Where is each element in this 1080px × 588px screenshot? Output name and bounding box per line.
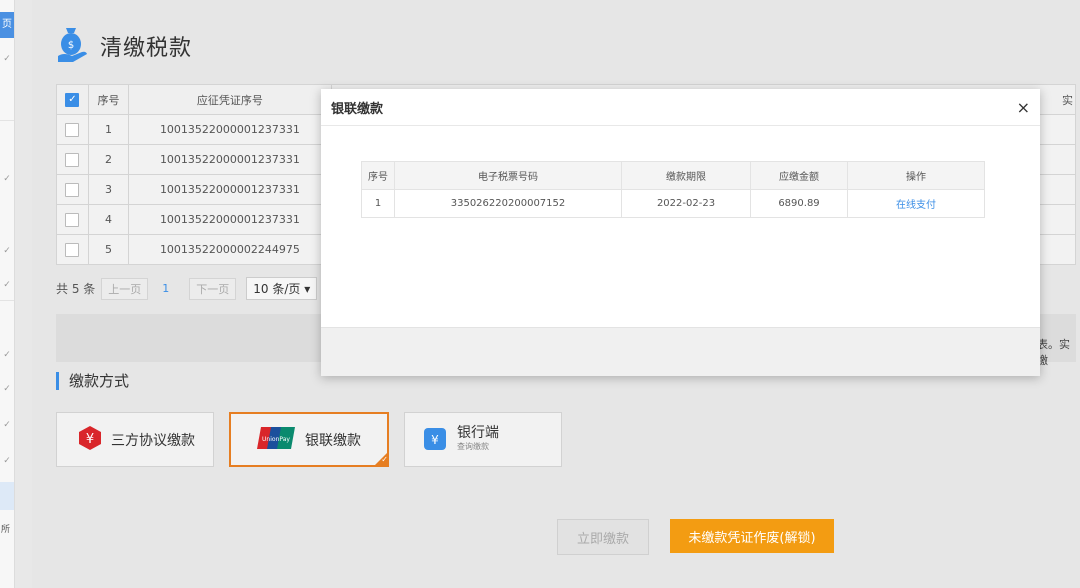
row-checkbox-cell[interactable] [56,114,89,145]
row-index: 2 [87,144,130,175]
payment-option-sub: 查询缴款 [457,441,489,451]
column-header-period: 缴款期限 [621,161,751,190]
row-checkbox-cell[interactable] [56,234,89,265]
payment-option-label: 三方协议缴款 [111,432,195,449]
chevron-down-icon[interactable]: ✓ [2,280,12,290]
row-voucher: 10013522000001237331 [128,174,332,205]
bank-bag-icon: ¥ [423,425,447,455]
payment-option-bank[interactable]: ¥ 银行端 查询缴款 [404,412,562,467]
column-header-index: 序号 [361,161,395,190]
payment-option-unionpay[interactable]: UnionPay 银联缴款 ✓ [229,412,389,467]
payment-option-tripartite[interactable]: ¥ 三方协议缴款 [56,412,214,467]
chevron-down-icon[interactable]: ✓ [2,420,12,430]
row-checkbox[interactable] [65,122,80,137]
close-icon[interactable]: × [1017,98,1030,117]
row-checkbox-cell[interactable] [56,174,89,205]
table-row: 1 335026220200007152 2022-02-23 6890.89 … [361,189,985,218]
column-header-index: 序号 [87,84,130,115]
payment-option-label: 银行端 [457,424,499,441]
chevron-down-icon[interactable]: ✓ [2,350,12,360]
row-index: 3 [87,174,130,205]
next-page-button[interactable]: 下一页 [189,277,237,300]
payment-option-label: 银联缴款 [305,432,361,449]
chevron-down-icon[interactable]: ✓ [2,456,12,466]
row-checkbox[interactable] [65,242,80,257]
modal-header: 银联缴款 × [321,89,1040,126]
unionpay-logo-icon: UnionPay [257,426,295,453]
section-title-payment: 缴款方式 [56,372,129,390]
row-period: 2022-02-23 [621,189,751,218]
select-all-checkbox[interactable]: ✓ [65,92,80,107]
modal-footer [321,327,1040,376]
page-size-value: 10 条/页 [253,282,301,296]
svg-text:¥: ¥ [86,432,94,447]
row-index: 4 [87,204,130,235]
row-checkbox[interactable] [65,212,80,227]
pay-now-button[interactable]: 立即缴款 [557,519,649,555]
void-voucher-button[interactable]: 未缴款凭证作废(解锁) [670,519,834,553]
row-amount: 6890.89 [750,189,848,218]
row-checkbox[interactable] [65,152,80,167]
tripartite-icon: ¥ [77,425,103,455]
page-header: $ 清缴税款 [56,24,192,68]
row-checkbox-cell[interactable] [56,144,89,175]
page-size-select[interactable]: 10 条/页 ▾ [246,277,318,300]
chevron-down-icon[interactable]: ✓ [2,246,12,256]
money-bag-icon: $ [56,24,90,68]
chevron-down-icon[interactable]: ✓ [2,384,12,394]
svg-text:UnionPay: UnionPay [262,436,290,443]
online-pay-link[interactable]: 在线支付 [896,200,936,211]
chevron-down-icon[interactable]: ✓ [2,54,12,64]
modal-table: 序号 电子税票号码 缴款期限 应缴金额 操作 1 335026220200007… [361,161,985,218]
row-ticket: 335026220200007152 [394,189,622,218]
notice-text: 表。实缴 [1037,338,1070,367]
row-voucher: 10013522000001237331 [128,114,332,145]
selected-check-icon: ✓ [374,452,388,466]
row-voucher: 10013522000002244975 [128,234,332,265]
pager-total: 共 5 条 [56,282,96,296]
sidebar-item-label[interactable]: 所 [1,522,10,535]
select-all-checkbox-cell[interactable]: ✓ [56,84,89,115]
column-header-amount: 应缴金额 [750,161,848,190]
sidebar-item-selected[interactable] [0,482,14,510]
modal-table-header: 序号 电子税票号码 缴款期限 应缴金额 操作 [361,161,985,190]
unionpay-modal: 银联缴款 × 序号 电子税票号码 缴款期限 应缴金额 操作 1 33502622… [321,89,1040,376]
sidebar-item-active[interactable]: 页 [0,12,14,38]
column-header-ticket: 电子税票号码 [394,161,622,190]
row-index: 1 [361,189,395,218]
svg-text:¥: ¥ [431,433,439,447]
pagination: 共 5 条 上一页 1 下一页 10 条/页 ▾ [56,277,318,300]
svg-text:$: $ [68,40,74,51]
prev-page-button[interactable]: 上一页 [101,277,149,300]
row-index: 5 [87,234,130,265]
modal-title: 银联缴款 [331,101,384,117]
row-index: 1 [87,114,130,145]
column-header-voucher: 应征凭证序号 [128,84,332,115]
row-checkbox[interactable] [65,182,80,197]
row-op-cell: 在线支付 [847,189,985,218]
column-header-op: 操作 [847,161,985,190]
row-voucher: 10013522000001237331 [128,144,332,175]
current-page[interactable]: 1 [162,282,169,295]
chevron-down-icon: ▾ [304,282,311,296]
row-checkbox-cell[interactable] [56,204,89,235]
chevron-down-icon[interactable]: ✓ [2,174,12,184]
page-title: 清缴税款 [100,36,193,61]
row-voucher: 10013522000001237331 [128,204,332,235]
sidebar: 页 ✓ ✓ ✓ ✓ ✓ ✓ ✓ ✓ 所 [0,0,15,588]
